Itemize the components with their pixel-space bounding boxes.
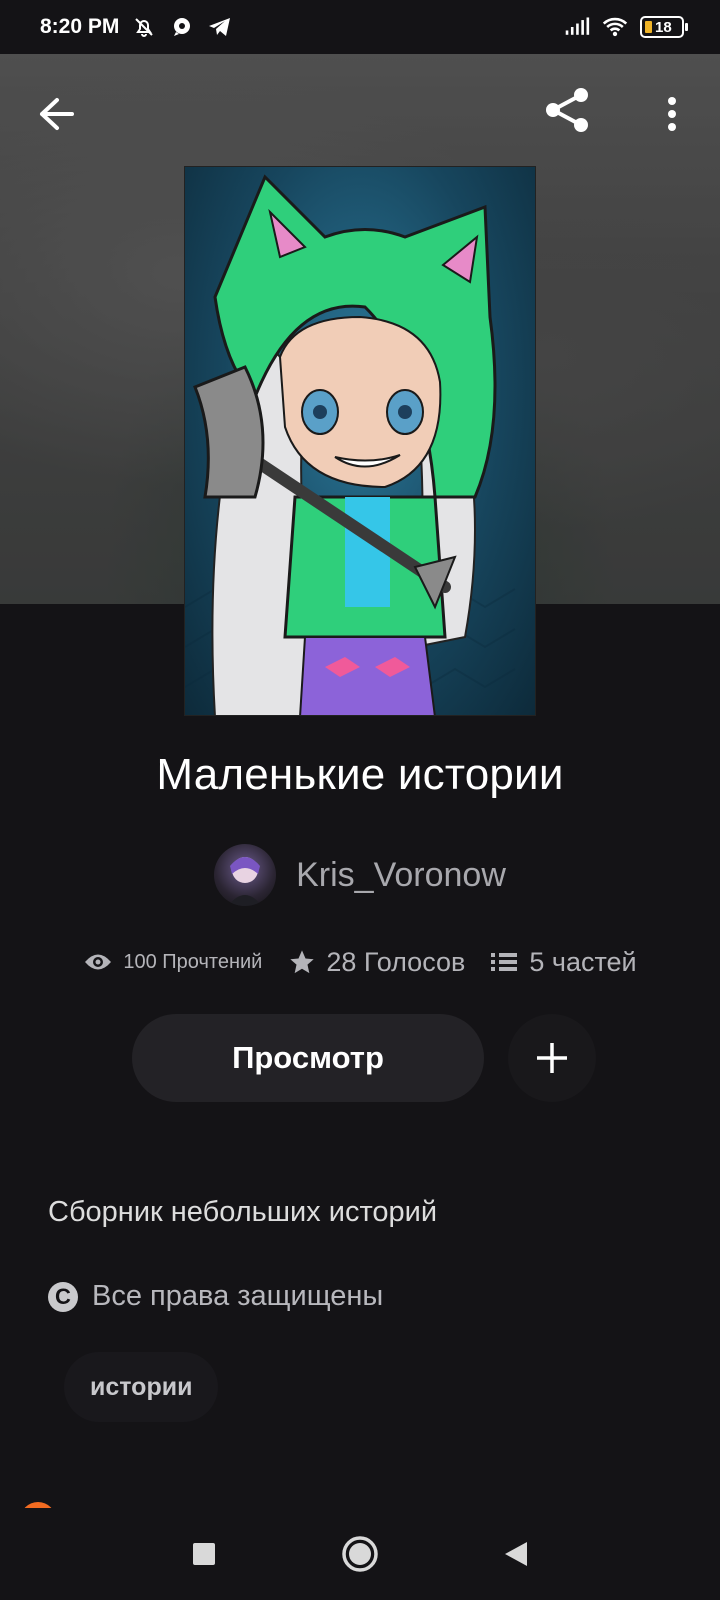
list-icon [491,953,518,971]
arrow-left-icon [40,98,74,130]
copyright-icon: C [48,1281,78,1312]
votes-count: 28 Голосов [326,946,466,977]
story-description: Сборник небольших историй [48,1196,438,1228]
star-icon [290,950,315,974]
parts-count: 5 частей [529,946,637,977]
status-bar: 8:20 PM 18 [0,0,720,54]
more-options-button[interactable] [650,88,694,140]
system-nav-bar [0,1508,720,1600]
reads-count: 100 Прочтений [123,950,263,973]
eye-icon [85,954,112,970]
view-button[interactable]: Просмотр [132,1014,484,1102]
share-button[interactable] [540,82,596,138]
reads-stat: 100 Прочтений [83,951,262,974]
author-name[interactable]: Kris_Voronow [296,856,506,895]
more-vertical-icon [668,97,676,131]
copyright-row: C Все права защищены [48,1280,383,1313]
parts-stat: 5 частей [491,946,637,978]
back-button[interactable] [30,88,82,140]
battery-icon: 18 [640,16,688,38]
avatar[interactable] [214,844,277,906]
tag-chip[interactable]: истории [64,1352,219,1422]
story-cover-image[interactable] [184,166,536,716]
author-link[interactable]: Kris_Voronow [0,844,720,906]
plus-icon [537,1043,567,1073]
circle-icon [342,1536,378,1572]
share-icon [546,88,588,132]
votes-stat: 28 Голосов [288,947,465,978]
recents-button[interactable] [182,1532,226,1576]
bell-off-icon [131,14,157,40]
signal-icon [564,14,590,40]
story-title: Маленькие истории [156,750,564,799]
status-time: 8:20 PM [40,15,120,38]
triangle-back-icon [505,1542,527,1566]
copyright-text: Все права защищены [92,1280,384,1312]
battery-level: 18 [655,18,672,36]
chat-bubble-icon [169,14,195,40]
back-nav-button[interactable] [494,1532,538,1576]
telegram-icon [207,14,233,40]
square-icon [193,1543,215,1565]
home-button[interactable] [338,1532,382,1576]
add-to-library-button[interactable] [508,1014,596,1102]
wifi-icon [602,14,628,40]
story-stats: 100 Прочтений 28 Голосов 5 частей [0,938,720,986]
